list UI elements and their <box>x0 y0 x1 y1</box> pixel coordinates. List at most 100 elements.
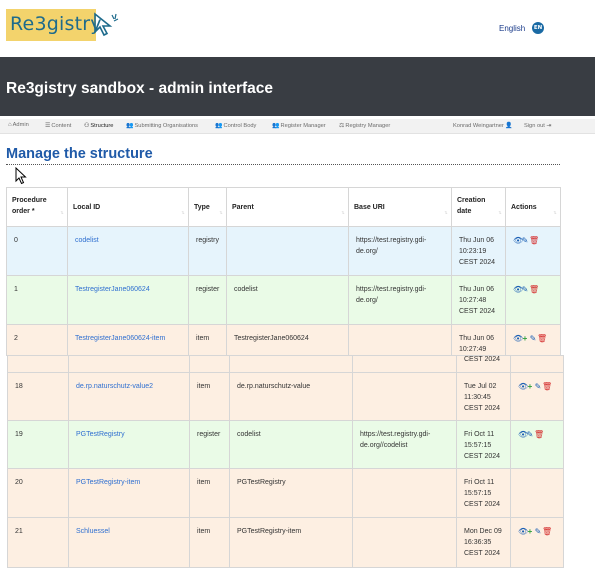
view-icon[interactable]: 👁 <box>513 235 523 246</box>
add-icon[interactable]: + <box>526 526 534 537</box>
local-id-link[interactable]: TestregisterJane060624 <box>75 286 150 293</box>
view-icon[interactable]: 👁 <box>513 333 523 344</box>
edit-icon[interactable]: ✎ <box>521 235 529 246</box>
cell-type: item <box>188 324 227 356</box>
sort-icon[interactable]: ↑↓ <box>444 208 448 219</box>
edit-icon[interactable]: ✎ <box>526 429 534 440</box>
language-flag-icon[interactable]: EN <box>532 22 544 34</box>
cell-actions <box>510 468 564 518</box>
nav-item-label: Register Manager <box>280 123 326 129</box>
user-icon: 👤 <box>505 123 513 129</box>
cell-order: 21 <box>7 517 69 568</box>
cell-base-uri: https://test.registry.gdi-de.org/ <box>348 275 452 325</box>
cell-base-uri: https://test.registry.gdi-de.org/ <box>348 226 452 276</box>
cell-type: item <box>189 468 230 518</box>
add-icon[interactable]: + <box>526 381 534 392</box>
column-header-parent[interactable]: Parent ↑↓ <box>226 187 349 227</box>
language-selector[interactable]: English <box>499 24 525 33</box>
nav-item-structure[interactable]: ⚇Structure <box>84 122 113 129</box>
cell-parent: codelist <box>226 275 349 325</box>
edit-icon[interactable]: ✎ <box>534 526 542 537</box>
local-id-link[interactable]: codelist <box>75 237 99 244</box>
delete-icon[interactable]: 🗑 <box>542 526 552 537</box>
cell-parent: codelist <box>229 420 353 469</box>
local-id-link[interactable]: PGTestRegistry-item <box>76 479 140 486</box>
local-id-link[interactable]: PGTestRegistry <box>76 431 125 438</box>
local-id-link[interactable]: TestregisterJane060624-item <box>75 335 165 342</box>
view-icon[interactable]: 👁 <box>518 429 528 440</box>
column-header-creation-date[interactable]: Creation date ↑↓ <box>451 187 506 227</box>
column-header-local-id[interactable]: Local ID ↑↓ <box>67 187 189 227</box>
structure-table-continued: CEST 2024 18 de.rp.naturschutz-value2 it… <box>7 355 564 568</box>
nav-item-register-manager[interactable]: 👥Register Manager <box>272 122 326 129</box>
view-icon[interactable]: 👁 <box>513 284 523 295</box>
cell-creation-date: Mon Dec 09 16:36:35 CEST 2024 <box>456 517 511 568</box>
cell-parent: de.rp.naturschutz-value <box>229 372 353 421</box>
column-header-base-uri[interactable]: Base URI ↑↓ <box>348 187 452 227</box>
delete-icon[interactable]: 🗑 <box>534 429 544 440</box>
banner: Re3gistry sandbox - admin interface <box>0 57 595 116</box>
cell-order: 20 <box>7 468 69 518</box>
user-account[interactable]: Konrad Weingartner 👤 <box>453 122 514 129</box>
cell-actions: 👁+ ✎🗑 <box>510 372 564 421</box>
nav-item-registry-manager[interactable]: ⚖Registry Manager <box>339 122 390 129</box>
logo-cursor-icon <box>94 12 119 37</box>
banner-title: Re3gistry sandbox - admin interface <box>6 80 274 97</box>
nav-item-submitting-organisations[interactable]: 👥Submitting Organisations <box>126 122 198 129</box>
sitemap-icon: ⚇ <box>84 123 90 129</box>
cell-base-uri <box>352 517 457 568</box>
cell-type: register <box>188 275 227 325</box>
table-row: 19 PGTestRegistry register codelist http… <box>7 420 564 469</box>
delete-icon[interactable]: 🗑 <box>529 284 539 295</box>
sign-out-label: Sign out <box>524 123 545 129</box>
delete-icon[interactable]: 🗑 <box>537 333 547 344</box>
cell-order: 19 <box>7 420 69 469</box>
nav-item-content[interactable]: ☰Content <box>45 122 71 129</box>
edit-icon[interactable]: ✎ <box>521 284 529 295</box>
sort-icon[interactable]: ↑↓ <box>341 208 345 219</box>
cell-base-uri <box>352 372 457 421</box>
nav-item-admin[interactable]: ⌂Admin <box>8 122 29 128</box>
users-icon: 👥 <box>215 123 223 129</box>
admin-nav-bar: ⌂Admin ☰Content ⚇Structure 👥Submitting O… <box>0 119 595 134</box>
column-header-actions[interactable]: Actions ↑↓ <box>505 187 561 227</box>
sort-icon[interactable]: ↑↓ <box>60 208 64 219</box>
edit-icon[interactable]: ✎ <box>534 381 542 392</box>
cell-actions: 👁✎🗑 <box>505 275 561 325</box>
view-icon[interactable]: 👁 <box>518 526 528 537</box>
sort-icon[interactable]: ↑↓ <box>498 208 502 219</box>
cell-base-uri: https://test.registry.gdi-de.org//codeli… <box>352 420 457 469</box>
sort-icon[interactable]: ↑↓ <box>219 208 223 219</box>
delete-icon[interactable]: 🗑 <box>529 235 539 246</box>
view-icon[interactable]: 👁 <box>518 381 528 392</box>
cell-base-uri <box>348 324 452 356</box>
nav-item-label: Content <box>51 123 72 129</box>
edit-icon[interactable]: ✎ <box>529 333 537 344</box>
sign-out-icon: ⇥ <box>546 123 552 129</box>
table-row: 1 TestregisterJane060624 register codeli… <box>6 275 561 325</box>
table-row-partial: CEST 2024 <box>7 355 564 373</box>
cell-base-uri <box>352 468 457 518</box>
re3gistry-logo[interactable]: Re3gistry <box>6 9 119 41</box>
nav-item-label: Structure <box>90 123 114 129</box>
structure-table: Procedure order * ↑↓ Local ID ↑↓ Type ↑↓ Pa… <box>6 187 561 356</box>
cell-order: 18 <box>7 372 69 421</box>
column-header-procedure-order[interactable]: Procedure order * ↑↓ <box>6 187 68 227</box>
cell-order: 0 <box>6 226 68 276</box>
delete-icon[interactable]: 🗑 <box>542 381 552 392</box>
cell-creation-date: Fri Oct 11 15:57:15 CEST 2024 <box>456 420 511 469</box>
cell-parent: PGTestRegistry <box>229 468 353 518</box>
nav-item-control-body[interactable]: 👥Control Body <box>215 122 256 129</box>
add-icon[interactable]: + <box>521 333 529 344</box>
sign-out-link[interactable]: Sign out ⇥ <box>524 122 553 129</box>
cell-creation-date: Thu Jun 06 10:27:49 <box>451 324 506 356</box>
sort-icon[interactable]: ↑↓ <box>181 208 185 219</box>
column-header-type[interactable]: Type ↑↓ <box>188 187 227 227</box>
local-id-link[interactable]: Schluessel <box>76 528 110 535</box>
table-header-row: Procedure order * ↑↓ Local ID ↑↓ Type ↑↓ Pa… <box>6 187 561 227</box>
cell-type: registry <box>188 226 227 276</box>
sort-icon[interactable]: ↑↓ <box>553 208 557 219</box>
cell-creation-date: Thu Jun 06 10:23:19 CEST 2024 <box>451 226 506 276</box>
cell-parent: TestregisterJane060624 <box>226 324 349 356</box>
local-id-link[interactable]: de.rp.naturschutz-value2 <box>76 383 153 390</box>
